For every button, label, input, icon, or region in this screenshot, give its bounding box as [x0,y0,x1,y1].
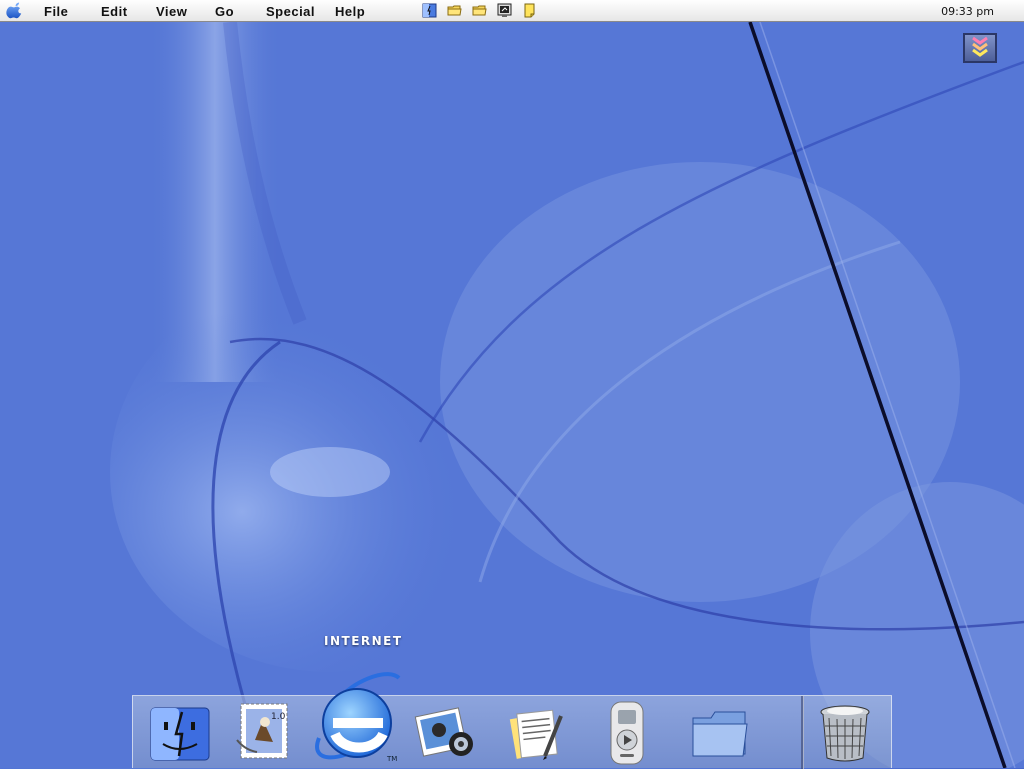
internet-explorer-icon[interactable]: TM [309,668,405,768]
menu-help[interactable]: Help [335,4,365,19]
apple-logo-icon[interactable] [6,2,24,20]
dock-hover-label: INTERNET [324,634,403,648]
menu-view[interactable]: View [156,4,187,19]
document-pen-icon[interactable] [509,704,571,764]
monitor-icon[interactable] [497,3,512,18]
triple-chevron-down-icon [972,36,988,57]
media-player-icon[interactable] [609,700,645,766]
menu-file[interactable]: File [44,4,68,19]
trash-icon[interactable] [817,702,873,764]
finder-face-icon[interactable] [422,3,437,18]
mail-stamp-text: 1.0 [271,712,286,722]
folder-icon[interactable] [447,3,462,18]
mail-stamp-icon[interactable]: 1.0 [233,700,295,764]
ie-trademark: TM [386,755,397,763]
dock-separator [801,696,804,769]
collapse-button[interactable] [963,33,997,63]
note-icon[interactable] [522,3,537,18]
finder-icon[interactable] [149,706,211,762]
folder-icon[interactable] [472,3,487,18]
dock: 1.0 TM [132,672,892,769]
menu-edit[interactable]: Edit [101,4,128,19]
desktop-wallpaper [0,22,1024,768]
menu-go[interactable]: Go [215,4,234,19]
iphoto-icon[interactable] [413,700,479,764]
menu-bar: File Edit View Go Special Help 09:33 pm [0,0,1024,22]
folder-icon[interactable] [689,706,751,760]
menubar-clock[interactable]: 09:33 pm [941,5,994,18]
menu-special[interactable]: Special [266,4,315,19]
